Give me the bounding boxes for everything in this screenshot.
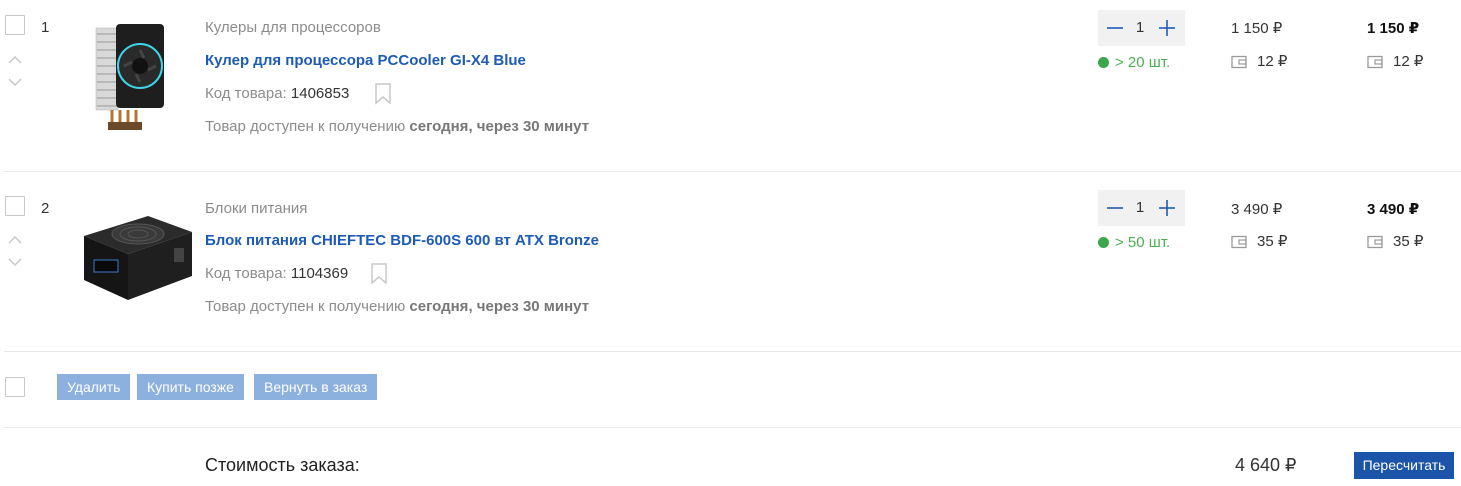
cart-item: 2 Блоки питания Блок питания CHIEFTEC BD… [0,180,1461,360]
return-to-order-button[interactable]: Вернуть в заказ [254,374,378,400]
bookmark-icon[interactable] [370,263,388,285]
item-checkbox[interactable] [5,15,25,35]
delete-button[interactable]: Удалить [57,374,131,400]
order-summary: Стоимость заказа: 4 640 ₽ Пересчитать [0,429,1461,486]
chevron-up-icon[interactable] [8,235,22,245]
item-price: 3 490 ₽ [1231,201,1283,218]
availability-text: Товар доступен к получению [205,118,406,135]
bonus-value: 12 ₽ [1257,53,1288,70]
wallet-icon [1231,55,1247,69]
item-code: Код товара: 1406853 [205,85,349,102]
item-category: Блоки питания [205,200,308,217]
wallet-icon [1367,235,1383,249]
item-bonus-total: 35 ₽ [1367,232,1423,250]
item-bonus: 12 ₽ [1231,52,1287,70]
plus-icon[interactable] [1156,17,1178,39]
item-price: 1 150 ₽ [1231,20,1283,37]
wallet-icon [1231,235,1247,249]
item-bonus-total: 12 ₽ [1367,52,1423,70]
cart-item: 1 Кулеры для процессоров Кулер для проце… [0,0,1461,180]
availability-time: сегодня, через 30 минут [409,298,590,315]
stock-text: > 20 шт. [1115,54,1171,71]
item-title-link[interactable]: Кулер для процессора PCCooler GI-X4 Blue [205,52,526,69]
item-code-label: Код товара: [205,265,287,282]
item-title-link[interactable]: Блок питания CHIEFTEC BDF-600S 600 вт AT… [205,232,599,249]
stock-dot-icon [1098,237,1109,248]
item-bonus: 35 ₽ [1231,232,1287,250]
recalculate-button[interactable]: Пересчитать [1354,452,1454,479]
buy-later-button[interactable]: Купить позже [137,374,244,400]
availability-text: Товар доступен к получению [205,298,406,315]
plus-icon[interactable] [1156,197,1178,219]
stock-status: > 50 шт. [1098,234,1170,251]
item-category: Кулеры для процессоров [205,19,381,36]
minus-icon[interactable] [1104,17,1126,39]
quantity-value[interactable]: 1 [1128,199,1152,216]
wallet-icon [1367,55,1383,69]
item-availability: Товар доступен к получению сегодня, чере… [205,298,589,315]
item-index: 2 [41,200,50,217]
row-divider [4,427,1461,428]
quantity-stepper: 1 [1098,10,1185,46]
item-code: Код товара: 1104369 [205,265,348,282]
chevron-up-icon[interactable] [8,55,22,65]
stock-dot-icon [1098,57,1109,68]
minus-icon[interactable] [1104,197,1126,219]
order-total-label: Стоимость заказа: [205,455,360,475]
item-total: 1 150 ₽ [1367,20,1420,37]
item-code-label: Код товара: [205,85,287,102]
order-total-value: 4 640 ₽ [1235,455,1297,475]
bonus-value: 35 ₽ [1257,233,1288,250]
chevron-down-icon[interactable] [8,257,22,267]
bonus-total-value: 12 ₽ [1393,53,1424,70]
bookmark-icon[interactable] [374,83,392,105]
quantity-stepper: 1 [1098,190,1185,226]
item-index: 1 [41,19,50,36]
stock-status: > 20 шт. [1098,54,1170,71]
cpu-cooler-image[interactable] [92,22,167,139]
stock-text: > 50 шт. [1115,234,1171,251]
item-code-value: 1104369 [290,265,349,282]
item-total: 3 490 ₽ [1367,201,1420,218]
bonus-total-value: 35 ₽ [1393,233,1424,250]
availability-time: сегодня, через 30 минут [409,118,590,135]
item-availability: Товар доступен к получению сегодня, чере… [205,118,589,135]
bulk-actions: Удалить Купить позже Вернуть в заказ [0,352,1461,428]
quantity-value[interactable]: 1 [1128,19,1152,36]
select-all-checkbox[interactable] [5,377,25,397]
chevron-down-icon[interactable] [8,77,22,87]
power-supply-image[interactable] [80,210,194,307]
item-checkbox[interactable] [5,196,25,216]
item-code-value: 1406853 [290,85,350,102]
row-divider [4,171,1461,172]
